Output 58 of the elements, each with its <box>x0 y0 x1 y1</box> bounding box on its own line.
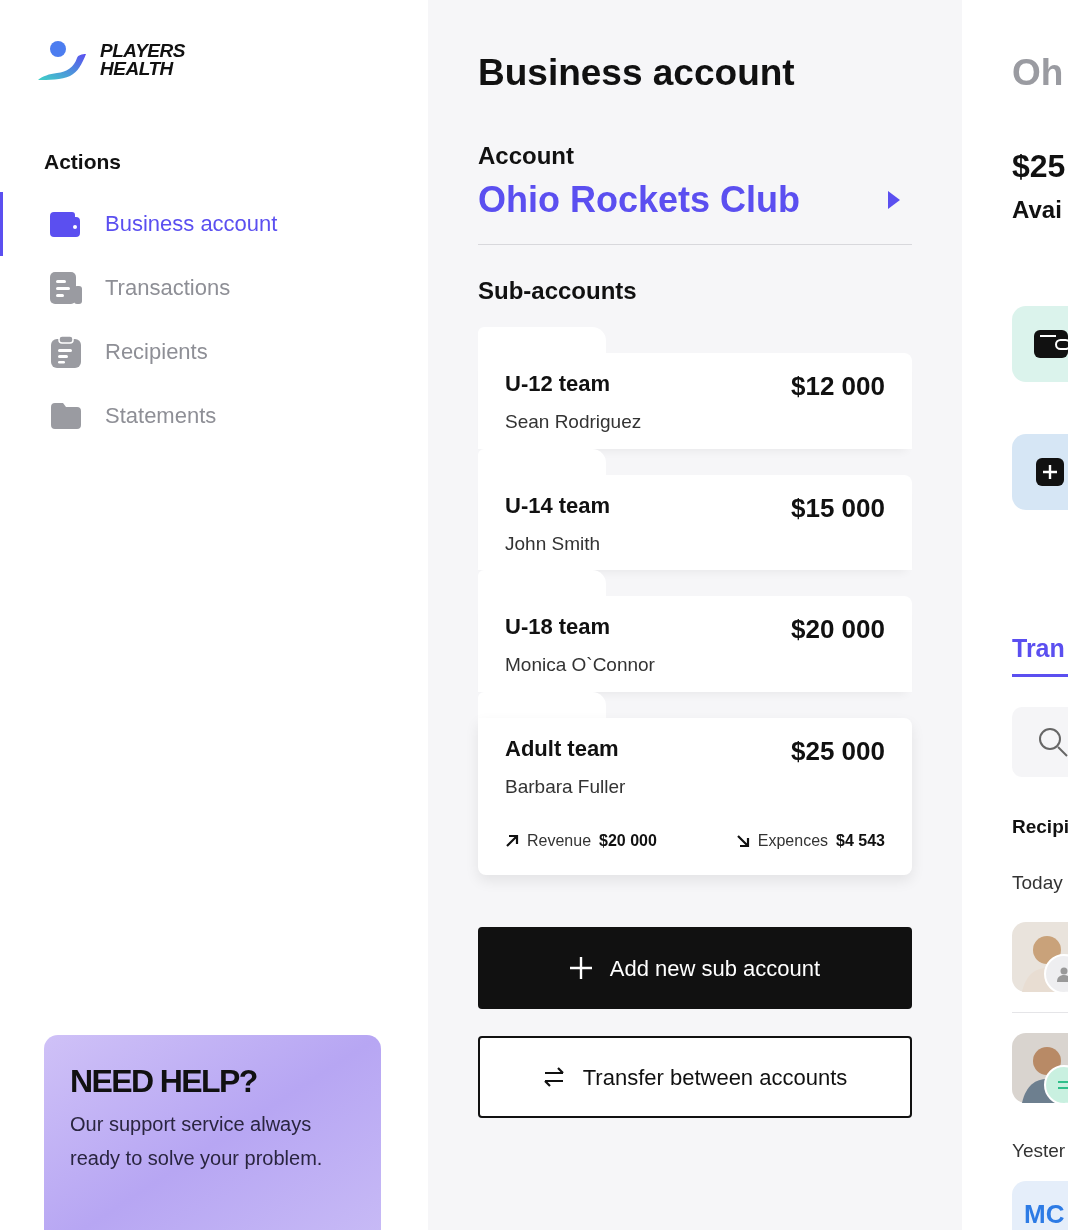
plus-icon <box>1036 458 1064 486</box>
add-sub-account-button[interactable]: Add new sub account <box>478 927 912 1009</box>
expenses-value: $4 543 <box>836 831 885 851</box>
team-amount: $12 000 <box>791 370 885 403</box>
document-icon <box>50 271 82 304</box>
team-name: U-18 team <box>505 613 611 641</box>
date-label: Today <box>1012 871 1063 895</box>
section-title: Actions <box>44 149 121 175</box>
clipboard-icon <box>51 335 81 368</box>
team-name: Adult team <box>505 734 619 763</box>
team-name: U-12 team <box>505 370 611 398</box>
sub-account-card[interactable]: Adult team $25 000 Barbara Fuller Revenue $20 000 Expences $4 543 <box>478 717 912 875</box>
sub-account-card[interactable]: U-14 team $15 000 John Smith <box>478 474 912 570</box>
arrow-up-right-icon <box>505 834 519 848</box>
revenue-value: $20 000 <box>599 831 657 851</box>
team-name: U-14 team <box>505 491 611 520</box>
team-amount: $20 000 <box>791 613 885 646</box>
recipient-card[interactable]: MC <box>1012 1181 1068 1230</box>
nav-item[interactable]: Statements <box>0 383 428 448</box>
account-label: Account <box>478 141 575 171</box>
nav-item[interactable]: Transactions <box>0 255 428 320</box>
nav-item[interactable]: Recipients <box>0 319 428 384</box>
balance-label: Avai <box>1012 195 1062 225</box>
team-amount: $25 000 <box>791 734 885 768</box>
arrow-down-right-icon <box>735 834 750 848</box>
sub-account-card[interactable]: U-12 team $12 000 Sean Rodriguez <box>478 353 912 449</box>
folder-icon <box>51 402 81 429</box>
account-name[interactable]: Ohio Rockets Club <box>478 178 801 222</box>
wallet-icon <box>1034 330 1068 358</box>
plus-icon <box>569 957 592 979</box>
logo-text: PLAYERS <box>100 42 185 60</box>
help-title: NEED HELP? <box>70 1063 258 1099</box>
team-owner: Sean Rodriguez <box>505 410 643 434</box>
date-label: Yester <box>1012 1138 1066 1163</box>
help-text: Our support service always ready to solve your problem. <box>70 1112 324 1171</box>
search-icon <box>1038 726 1068 757</box>
team-owner: John Smith <box>505 531 602 556</box>
search-field[interactable] <box>1012 706 1068 777</box>
revenue-label: Revenue <box>527 831 592 851</box>
logo-icon <box>38 40 88 80</box>
caret-icon[interactable] <box>888 191 900 209</box>
team-amount: $15 000 <box>791 491 885 525</box>
page-title: Business account <box>478 51 796 95</box>
wallet-icon <box>50 209 82 238</box>
add-tile[interactable] <box>1012 434 1068 510</box>
panel-title: Oh <box>1012 51 1064 95</box>
transfer-button[interactable]: Transfer between accounts <box>478 1036 912 1118</box>
tab[interactable]: Tran <box>1012 630 1068 677</box>
balance: $25 <box>1012 147 1066 186</box>
team-owner: Barbara Fuller <box>505 774 627 799</box>
wallet-tile[interactable] <box>1012 306 1068 382</box>
logo-text: HEALTH <box>100 60 175 78</box>
section-title: Sub-accounts <box>478 276 638 306</box>
sub-account-card[interactable]: U-18 team $20 000 Monica O`Connor <box>478 596 912 692</box>
section-title: Recipi <box>1012 814 1068 839</box>
swap-icon <box>542 1067 565 1087</box>
team-owner: Monica O`Connor <box>505 653 656 677</box>
expenses-label: Expences <box>757 831 829 851</box>
